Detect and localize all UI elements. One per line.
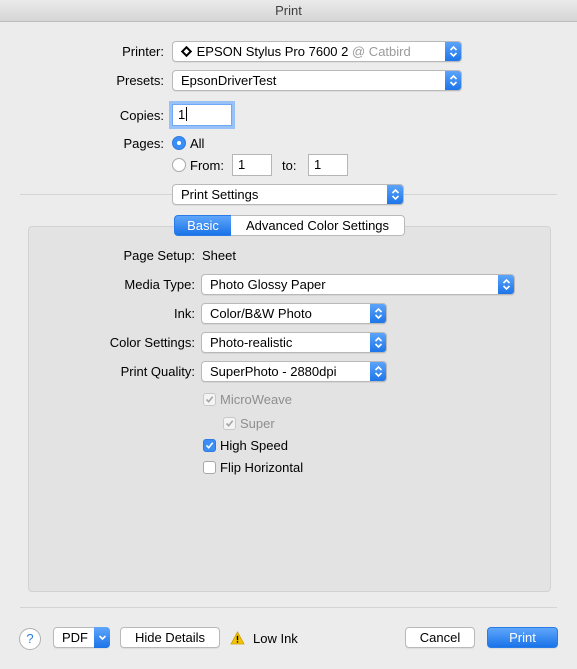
popup-arrows-icon (445, 71, 461, 90)
pages-from-label: From: (190, 158, 224, 173)
pages-from-field[interactable]: 1 (232, 154, 272, 176)
presets-value: EpsonDriverTest (181, 73, 277, 88)
low-ink-label: Low Ink (253, 631, 298, 646)
pages-all-label: All (190, 136, 205, 151)
tab-basic[interactable]: Basic (174, 215, 232, 236)
media-type-label: Media Type: (124, 277, 195, 292)
popup-arrows-icon (445, 42, 461, 61)
ink-label: Ink: (174, 306, 195, 321)
warning-icon (230, 631, 245, 648)
pages-to-label: to: (282, 158, 297, 173)
flip-horizontal-label: Flip Horizontal (220, 460, 304, 475)
high-speed-label: High Speed (220, 438, 288, 453)
super-label: Super (240, 416, 275, 431)
media-type-value: Photo Glossy Paper (210, 277, 326, 292)
page-setup-value: Sheet (202, 248, 236, 263)
pages-to-field[interactable]: 1 (308, 154, 348, 176)
print-quality-popup[interactable]: SuperPhoto - 2880dpi (201, 361, 387, 382)
popup-arrows-icon (498, 275, 514, 294)
ink-popup[interactable]: Color/B&W Photo (201, 303, 387, 324)
media-type-popup[interactable]: Photo Glossy Paper (201, 274, 515, 295)
microweave-checkbox[interactable] (203, 393, 216, 406)
popup-arrows-icon (370, 333, 386, 352)
popup-arrows-icon (387, 185, 403, 204)
copies-field[interactable]: 1 (172, 104, 232, 126)
help-button[interactable]: ? (19, 628, 41, 650)
pages-all-radio[interactable] (172, 136, 186, 150)
presets-popup[interactable]: EpsonDriverTest (172, 70, 462, 91)
cancel-button[interactable]: Cancel (405, 627, 475, 648)
tab-advanced-color-settings[interactable]: Advanced Color Settings (231, 215, 405, 236)
printer-name: EPSON Stylus Pro 7600 2 (196, 44, 349, 59)
flip-horizontal-checkbox[interactable] (203, 461, 216, 474)
page-setup-label: Page Setup: (123, 248, 195, 263)
ink-value: Color/B&W Photo (210, 306, 312, 321)
color-settings-value: Photo-realistic (210, 335, 293, 350)
printer-bonjour-icon (180, 43, 193, 61)
popup-arrows-icon (370, 304, 386, 323)
pdf-label: PDF (62, 630, 88, 645)
print-quality-label: Print Quality: (120, 364, 195, 379)
super-checkbox[interactable] (223, 417, 236, 430)
hide-details-button[interactable]: Hide Details (120, 627, 220, 648)
section-value: Print Settings (181, 187, 259, 202)
microweave-label: MicroWeave (220, 392, 293, 407)
printer-popup[interactable]: EPSON Stylus Pro 7600 2 @ Catbird (172, 41, 462, 62)
printer-label: Printer: (122, 44, 164, 59)
presets-label: Presets: (116, 73, 164, 88)
pages-label: Pages: (123, 136, 164, 151)
copies-value: 1 (178, 107, 186, 122)
print-quality-value: SuperPhoto - 2880dpi (210, 364, 337, 379)
print-dialog: Print Printer: EPSON Stylus Pro 7600 2 @… (0, 0, 577, 669)
pdf-menu-button[interactable]: PDF (53, 627, 110, 648)
popup-arrows-icon (370, 362, 386, 381)
printer-location: @ Catbird (352, 44, 411, 59)
window-title: Print (0, 0, 577, 22)
high-speed-checkbox[interactable] (203, 439, 216, 452)
chevron-down-icon (94, 627, 110, 648)
copies-label: Copies: (119, 108, 164, 123)
pages-from-radio[interactable] (172, 158, 186, 172)
section-popup[interactable]: Print Settings (172, 184, 404, 205)
divider (20, 607, 557, 608)
print-button[interactable]: Print (487, 627, 558, 648)
color-settings-label: Color Settings: (109, 335, 195, 350)
color-settings-popup[interactable]: Photo-realistic (201, 332, 387, 353)
